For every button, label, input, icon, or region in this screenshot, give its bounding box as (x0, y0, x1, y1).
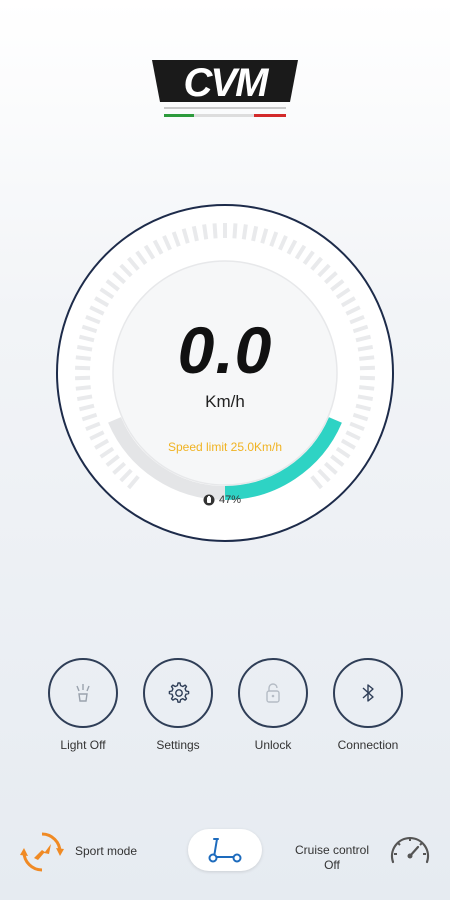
settings-label: Settings (156, 738, 200, 752)
speed-value: 0.0 (177, 313, 273, 387)
padlock-icon (266, 683, 280, 703)
settings-button[interactable] (143, 658, 213, 728)
scooter-icon (208, 838, 242, 863)
connection-button[interactable] (333, 658, 403, 728)
light-label: Light Off (60, 738, 106, 752)
sport-mode-label[interactable]: Sport mode (75, 844, 137, 858)
bluetooth-icon (362, 684, 374, 702)
speed-tick (202, 224, 209, 240)
battery-indicator: 47% (203, 493, 241, 507)
cvm-logo: CVM (152, 60, 298, 117)
speed-unit: Km/h (205, 392, 245, 411)
headlight-icon (76, 684, 90, 702)
speed-tick (212, 223, 218, 239)
speed-tick (232, 223, 238, 239)
gear-icon (168, 682, 190, 703)
speed-tick (241, 224, 248, 240)
cruise-control-state: Off (324, 858, 340, 872)
unlock-button[interactable] (238, 658, 308, 728)
sport-mode-icon[interactable] (20, 830, 64, 874)
cruise-control-title: Cruise control (294, 843, 370, 857)
speedometer-gauge-icon[interactable] (387, 830, 433, 868)
unlock-label: Unlock (254, 738, 292, 752)
connection-label: Connection (337, 738, 399, 752)
speed-limit-text: Speed limit 25.0Km/h (167, 440, 283, 454)
light-button[interactable] (48, 658, 118, 728)
battery-icon (203, 494, 215, 506)
svg-text:CVM: CVM (184, 61, 271, 105)
scooter-button[interactable] (188, 829, 262, 871)
cruise-control-label[interactable]: Cruise control Off (287, 843, 377, 873)
battery-percent: 47% (219, 494, 242, 506)
